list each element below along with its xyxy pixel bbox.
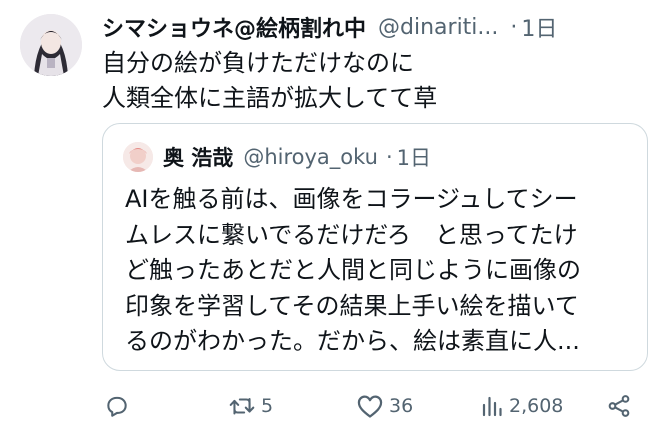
heart-icon [357, 395, 383, 418]
separator-dot: · [385, 145, 393, 169]
share-button[interactable] [606, 390, 632, 422]
tweet-text: 自分の絵が負けただけなのに 人類全体に主語が拡大してて草 [102, 46, 642, 116]
tweet-timestamp[interactable]: 1日 [521, 11, 557, 43]
tweet-text-line: 人類全体に主語が拡大してて草 [102, 84, 438, 112]
quoted-author-avatar [123, 142, 153, 172]
retweet-button[interactable]: 5 [228, 390, 273, 422]
retweet-icon [229, 397, 255, 415]
separator-dot: · [510, 14, 518, 40]
views-button[interactable]: 2,608 [480, 390, 563, 422]
quoted-text-line: るのがわかった。だから、絵は素直に人... [125, 327, 580, 355]
quoted-tweet-card[interactable]: 奥 浩哉 @hiroya_oku · 1日 AIを触る前は、画像をコラージュして… [102, 123, 648, 371]
avatar-illustration [20, 14, 82, 76]
views-icon [482, 396, 502, 417]
quoted-author-display-name: 奥 浩哉 [163, 146, 234, 170]
quoted-text-line: ムレスに繋いでるだけだろ と思ってたけ [125, 220, 578, 249]
share-icon [608, 395, 630, 417]
quoted-tweet-timestamp: 1日 [396, 146, 432, 170]
quoted-text-line: 印象を学習してその結果上手い絵を描いて [125, 291, 579, 320]
tweet-text-line: 自分の絵が負けただけなのに [102, 49, 414, 77]
author-display-name[interactable]: シマショウネ@絵柄割れ中 [102, 11, 366, 43]
views-count: 2,608 [509, 395, 564, 417]
quoted-avatar-illustration [123, 142, 153, 172]
reply-icon [107, 396, 127, 417]
quoted-tweet-text: AIを触る前は、画像をコラージュしてシー ムレスに繋いでるだけだろ と思ってたけ… [125, 182, 635, 360]
quoted-text-line: AIを触る前は、画像をコラージュしてシー [125, 185, 578, 213]
author-handle[interactable]: @dinariti... [378, 15, 498, 40]
quoted-tweet-header: 奥 浩哉 @hiroya_oku · 1日 [123, 142, 431, 172]
tweet-action-bar: 5 36 2,608 [102, 390, 642, 422]
like-button[interactable]: 36 [356, 390, 413, 422]
retweet-count: 5 [261, 395, 274, 417]
quoted-text-line: ど触ったあとだと人間と同じように画像の [125, 256, 581, 284]
tweet-header: シマショウネ@絵柄割れ中 @dinariti... · 1日 [102, 10, 650, 44]
author-avatar[interactable] [20, 14, 82, 76]
quoted-author-handle: @hiroya_oku [243, 145, 378, 169]
reply-button[interactable] [104, 390, 130, 422]
like-count: 36 [389, 395, 414, 417]
